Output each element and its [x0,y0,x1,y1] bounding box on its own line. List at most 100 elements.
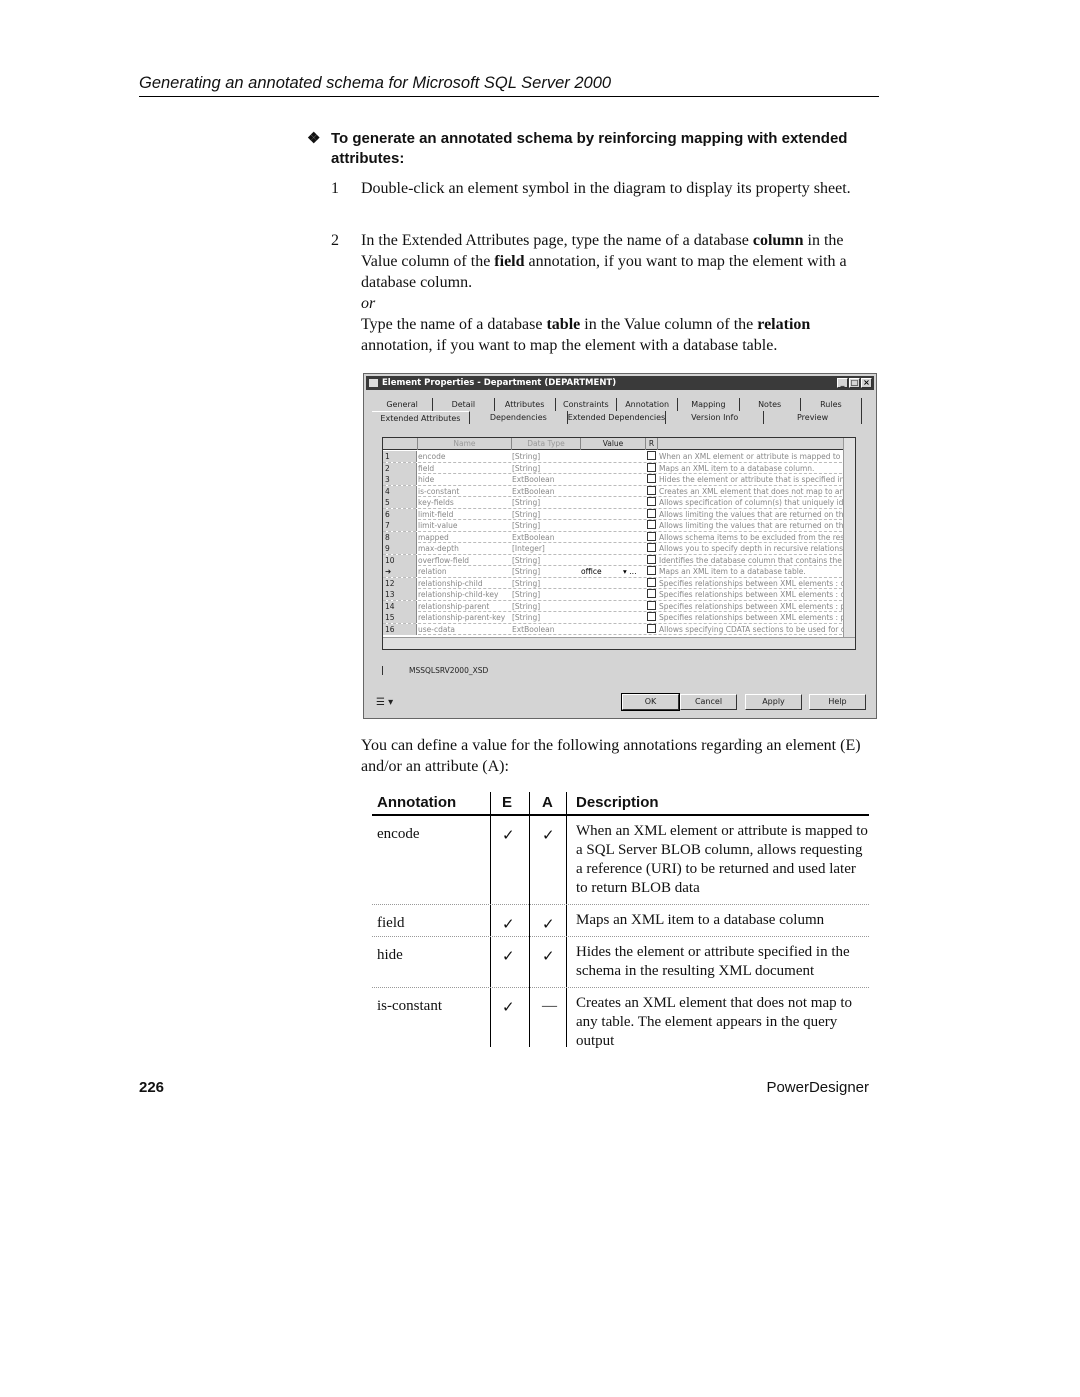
data-type: [String] [512,590,541,599]
tab-mapping[interactable]: Mapping [678,398,740,411]
annotations-table: Annotation E A Description encode ✓ ✓ When an … [372,792,869,1057]
grid-row[interactable]: 3 hide ExtBoolean Hides the element or attr… [383,474,855,486]
tab-extended-dependencies[interactable]: Extended Dependencies [568,411,667,424]
grid-column-header[interactable]: Data Type [512,438,581,450]
checkbox[interactable] [647,531,656,541]
row-number: 2 [383,462,417,474]
data-type: ExtBoolean [512,532,555,542]
data-type: [String] [512,498,541,507]
grid-row[interactable]: 14 relationship-parent [String] Specifies r… [383,600,855,612]
tab-preview[interactable]: Preview [764,411,862,424]
grid-row[interactable]: 9 max-depth [Integer] Allows you to specify… [383,543,855,555]
tab-extended-attributes[interactable]: Extended Attributes [372,411,470,424]
grid-column-header[interactable] [658,438,844,450]
attribute-description: Hides the element or attribute that is s… [659,475,843,484]
row-number: 15 [383,612,417,623]
horizontal-scrollbar[interactable] [383,637,855,649]
value-dropdown-icon[interactable]: ▾ … [623,566,637,577]
grid-column-header[interactable]: Value [581,438,646,450]
data-type: [String] [512,555,541,565]
checkbox[interactable] [647,543,656,552]
checkbox[interactable] [647,485,656,495]
checkbox[interactable] [647,497,656,506]
checkbox[interactable] [647,474,656,483]
checkbox[interactable] [647,623,656,633]
annotation-name: field [377,915,405,931]
grid-row[interactable]: 1 encode [String] When an XML element or at… [383,451,855,463]
checkbox[interactable] [647,577,656,587]
header-rule [139,96,879,97]
checkbox[interactable] [647,451,656,460]
tab-notes[interactable]: Notes [740,398,801,411]
grid-row[interactable]: 16 use-cdata ExtBoolean Allows specifying C… [383,623,855,635]
data-type: ExtBoolean [512,624,555,634]
tab-rules[interactable]: Rules [801,398,862,411]
tab-version-info[interactable]: Version Info [666,411,765,424]
grid-row[interactable]: 12 relationship-child [String] Specifies re… [383,577,855,589]
grid-column-header[interactable]: R [646,438,658,450]
attribute-check: ✓ [542,828,555,844]
element-properties-dialog: Element Properties - Department (DEPARTM… [363,373,877,719]
element-check: ✓ [502,1000,515,1016]
minimize-button[interactable]: _ [837,378,848,388]
attribute-description: Specifies relationships between XML elem… [659,601,843,611]
attribute-description: Allows you to specify depth in recursive… [659,544,843,553]
grid-row[interactable]: 10 overflow-field [String] Identifies the d… [383,554,855,566]
grid-row[interactable]: 6 limit-field [String] Allows limiting the … [383,508,855,520]
row-number: 7 [383,520,417,531]
checkbox[interactable] [647,600,656,610]
grid-row[interactable]: 5 key-fields [String] Allows specification … [383,497,855,509]
checkbox[interactable] [647,554,656,564]
tab-annotation[interactable]: Annotation [617,398,679,411]
attribute-check: — [542,998,557,1014]
checkbox[interactable] [647,508,656,518]
data-type: [Integer] [512,544,545,553]
help-button[interactable]: Help [809,694,866,710]
element-check: ✓ [502,949,515,965]
attribute-name: use-cdata [418,624,455,634]
grid-row[interactable]: ➜ relation [String] office Maps an XML item … [383,566,855,578]
grid-column-header[interactable] [383,438,418,450]
attribute-description: Specifies relationships between XML elem… [659,613,843,622]
data-type: [String] [512,521,541,530]
cancel-button[interactable]: Cancel [680,694,737,710]
attribute-name: relationship-child-key [418,590,499,599]
tab-attributes[interactable]: Attributes [495,398,556,411]
checkbox[interactable] [647,566,656,575]
grid-row[interactable]: 13 relationship-child-key [String] Specifie… [383,589,855,601]
tab-dependencies[interactable]: Dependencies [470,411,568,424]
procedure-heading: ❖ To generate an annotated schema by rei… [307,130,848,167]
checkbox[interactable] [647,462,656,472]
attribute-description: Allows limiting the values that are retu… [659,509,843,519]
table-header: Annotation E A Description [372,792,869,816]
ok-button[interactable]: OK [621,693,680,711]
attribute-name: key-fields [418,498,454,507]
table-row: encode ✓ ✓ When an XML element or attribute… [372,816,869,905]
attribute-description: Allows schema items to be excluded from … [659,532,843,542]
grid-row[interactable]: 7 limit-value [String] Allows limiting the … [383,520,855,532]
close-button[interactable]: × [861,378,872,388]
checkbox[interactable] [647,589,656,598]
grid-row[interactable]: 15 relationship-parent-key [String] Specifi… [383,612,855,624]
attribute-description: Identifies the database column that cont… [659,555,843,565]
tab-detail[interactable]: Detail [433,398,495,411]
grid-column-header[interactable]: Name [418,438,512,450]
attribute-name: encode [418,452,446,461]
page-number: 226 [139,1079,165,1096]
list-menu-icon[interactable]: ☰ ▾ [376,697,393,708]
checkbox[interactable] [647,612,656,621]
grid-row[interactable]: 2 field [String] Maps an XML item to a data… [383,462,855,474]
sheet-tab-bar: MSSQLSRV2000_XSD [382,664,856,677]
maximize-button[interactable]: □ [849,378,860,388]
apply-button[interactable]: Apply [745,694,802,710]
sheet-tab[interactable]: MSSQLSRV2000_XSD [382,666,489,675]
vertical-scrollbar[interactable] [843,438,855,649]
grid-row[interactable]: 4 is-constant ExtBoolean Creates an XML ele… [383,485,855,497]
tab-general[interactable]: General [372,398,434,411]
annotation-description: Creates an XML element that does not map… [576,995,853,1049]
tab-constraints[interactable]: Constraints [556,398,617,411]
grid-row[interactable]: 8 mapped ExtBoolean Allows schema items to … [383,531,855,543]
attribute-name: hide [418,475,435,484]
checkbox[interactable] [647,520,656,529]
table-row: hide ✓ ✓ Hides the element or attribute spe… [372,937,869,988]
